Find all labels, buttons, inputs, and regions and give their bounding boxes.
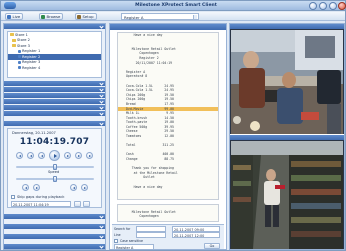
live-button[interactable]: Live (5, 13, 24, 20)
setup-label: Setup (82, 14, 94, 19)
section-header[interactable] (4, 234, 105, 239)
title-bar: Milestone XProtect Smart Client (1, 1, 346, 11)
camera-icon (7, 14, 11, 19)
skip-gaps-label: Skip gaps during playback (17, 195, 65, 199)
chevron-icon (99, 244, 104, 249)
step-back-button[interactable] (27, 152, 34, 159)
case-sensitive-checkbox[interactable] (114, 239, 118, 243)
chevron-icon (99, 234, 104, 239)
app-window: Milestone XProtect Smart Client Live Bro… (0, 0, 346, 251)
views-section-header[interactable] (4, 24, 105, 29)
chevron-icon (99, 87, 104, 92)
forward-button[interactable] (75, 152, 82, 159)
store-checkout-video (231, 30, 343, 134)
goto-button[interactable] (83, 201, 90, 207)
skip-back-button[interactable] (16, 152, 23, 159)
chevron-icon (99, 224, 104, 229)
chevron-icon (99, 111, 104, 116)
playback-controls: Donnerstag, 20.11.2007 11:04:19.707 Spee… (7, 128, 102, 208)
speed-label: Speed (48, 170, 60, 174)
receipt-next-view[interactable]: Milestone Retail Outlet Copenhagen (117, 204, 219, 222)
section-header[interactable] (4, 214, 105, 219)
minimize-button[interactable] (319, 2, 327, 10)
filter-select[interactable]: Register A (114, 244, 154, 249)
skip-gaps-checkbox[interactable] (11, 195, 15, 199)
camera-view-top[interactable] (231, 30, 343, 134)
browse-button[interactable]: Browse (39, 13, 64, 20)
camera-icon (18, 49, 21, 53)
prev-sequence-button[interactable] (22, 184, 29, 191)
prev-event-button[interactable] (70, 184, 77, 191)
receipt-line[interactable]: Copenhagen (118, 214, 218, 219)
view-select[interactable]: Register A (121, 13, 199, 20)
section-header[interactable] (4, 93, 105, 98)
section-header[interactable] (4, 111, 105, 116)
search-for-label: Search for (114, 227, 131, 231)
help-icon[interactable] (309, 2, 317, 10)
chevron-icon (99, 24, 104, 29)
line-label: Line (114, 233, 121, 237)
main-toolbar: Live Browse Setup Register A (1, 12, 345, 21)
transaction-panel-header (110, 24, 226, 30)
maximize-button[interactable] (329, 2, 337, 10)
chevron-icon (99, 93, 104, 98)
video-panel (229, 23, 345, 250)
camera-view-bottom[interactable] (231, 141, 343, 249)
receipt-line[interactable]: Have a nice day (118, 185, 218, 190)
store-aisle-video (231, 141, 343, 249)
playback-date: Donnerstag, 20.11.2007 (12, 131, 56, 135)
camera-tree: Store 1 Store 2 Store 3 Register 1 Regis… (7, 31, 102, 78)
step-forward-button[interactable] (64, 152, 71, 159)
section-header[interactable] (4, 244, 105, 249)
setup-button[interactable]: Setup (75, 13, 97, 20)
playback-time: 11:04:19.707 (19, 137, 90, 147)
receipt-view[interactable]: Have a nice day Milestone Retail Outlet … (117, 32, 219, 200)
chevron-icon (99, 99, 104, 104)
close-button[interactable] (338, 2, 346, 10)
browse-icon (41, 14, 45, 19)
folder-icon (10, 33, 14, 37)
next-sequence-button[interactable] (33, 184, 40, 191)
transaction-panel: Have a nice day Milestone Retail Outlet … (109, 23, 227, 250)
camera-icon (18, 60, 21, 64)
section-header[interactable] (4, 87, 105, 92)
chevron-icon (99, 105, 104, 110)
play-button[interactable] (49, 150, 60, 161)
chevron-icon (99, 214, 104, 219)
case-sensitive-label: Case sensitive (120, 239, 143, 243)
section-header[interactable] (4, 81, 105, 86)
folder-icon (12, 44, 16, 48)
live-label: Live (12, 14, 21, 19)
camera-icon (18, 66, 21, 70)
to-datetime-field[interactable]: 20.11.2007 12:00 (172, 232, 220, 238)
folder-icon (12, 38, 16, 42)
camera-icon (18, 55, 21, 59)
chevron-icon (99, 121, 104, 126)
gear-icon (77, 14, 81, 19)
calendar-icon[interactable] (74, 201, 81, 207)
section-header[interactable] (4, 99, 105, 104)
app-logo-icon (4, 2, 16, 9)
section-header[interactable] (4, 224, 105, 229)
left-panel: Store 1 Store 2 Store 3 Register 1 Regis… (3, 23, 106, 250)
chevron-down-icon (193, 15, 197, 19)
tree-item[interactable]: Register 4 (8, 65, 101, 71)
line-input[interactable] (136, 232, 166, 238)
next-event-button[interactable] (81, 184, 88, 191)
skip-forward-button[interactable] (86, 152, 93, 159)
browse-label: Browse (46, 14, 61, 19)
camera-view-header-top[interactable] (230, 24, 344, 29)
window-title: Milestone XProtect Smart Client (135, 3, 217, 8)
search-panel: Search for 20.11.2007 09:00 Line 20.11.2… (112, 224, 224, 249)
view-select-value: Register A (124, 15, 144, 20)
section-header[interactable] (4, 105, 105, 110)
goto-datetime-field[interactable]: 20.11.2007 11:04:19 (11, 201, 71, 207)
camera-view-header-bottom[interactable] (230, 135, 344, 140)
reverse-button[interactable] (38, 152, 45, 159)
speed-thumb[interactable] (53, 176, 57, 182)
playback-section-header[interactable] (4, 121, 105, 126)
search-go-button[interactable]: Go (204, 243, 220, 249)
chevron-icon (99, 81, 104, 86)
